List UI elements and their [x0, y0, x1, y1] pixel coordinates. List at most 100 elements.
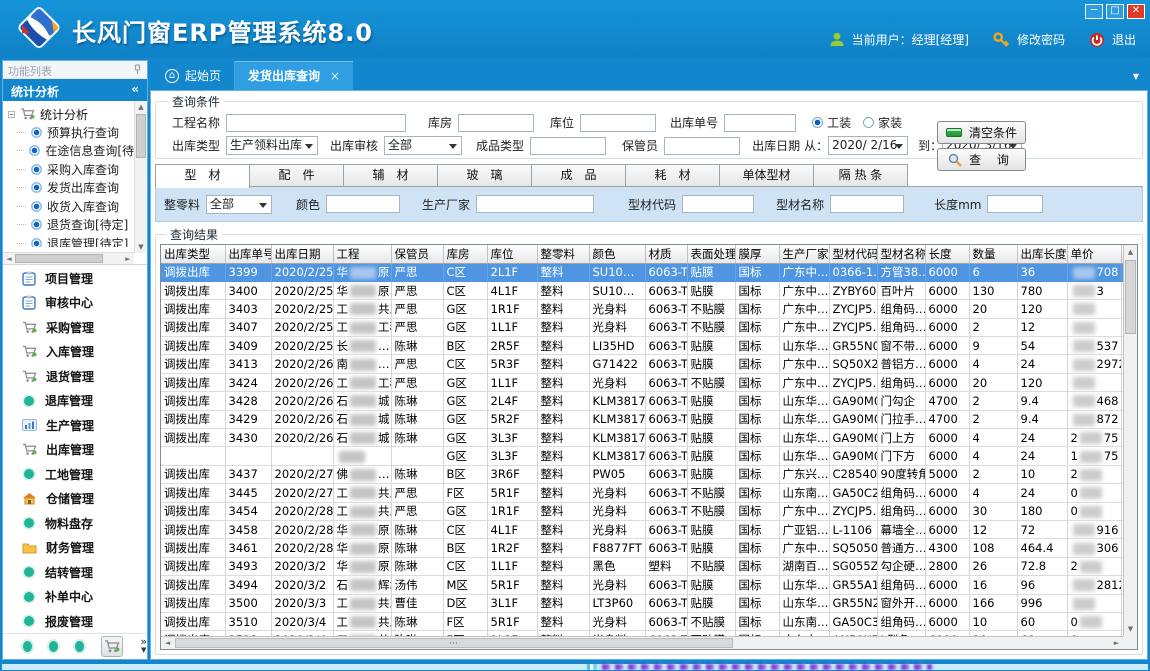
cell-keeper[interactable]: 严思 [391, 373, 443, 391]
cell-len[interactable]: 6000 [925, 502, 969, 520]
cell-loc[interactable]: 3L3F [487, 447, 537, 465]
cell-name[interactable]: 窗外开… [877, 594, 925, 612]
cell-name[interactable]: 组角码… [877, 318, 925, 336]
cell-loc[interactable]: 4L1F [487, 520, 537, 538]
cell-mat[interactable]: 6063-T5 [645, 281, 687, 299]
cell-name[interactable]: 组角码… [877, 576, 925, 594]
cell-price[interactable]: 916 [1067, 520, 1121, 538]
cell-factory[interactable]: 广东中… [779, 263, 829, 281]
cell-type[interactable]: 调拨出库 [161, 484, 225, 502]
tree-root-statistics[interactable]: 统计分析 [3, 105, 134, 123]
cell-date[interactable]: 2020/3/4 [271, 612, 333, 630]
cell-mat[interactable]: 6063-T5 [645, 392, 687, 410]
cell-loc[interactable]: 1R1F [487, 300, 537, 318]
cell-mat[interactable]: 6063-T5 [645, 539, 687, 557]
cell-no[interactable]: 3409 [225, 337, 271, 355]
cell-qty[interactable]: 4 [969, 447, 1017, 465]
table-row[interactable]: 调拨出库34542020/2/28工共工程严思G区1R1F整料光身料6063-T… [161, 502, 1123, 520]
grid-vscroll-thumb[interactable] [1125, 260, 1136, 334]
scroll-left-icon[interactable]: ◄ [161, 637, 174, 649]
cell-len[interactable]: 6000 [925, 447, 969, 465]
column-header[interactable]: 材质 [645, 245, 687, 263]
cell-type[interactable]: 调拨出库 [161, 410, 225, 428]
cell-code[interactable]: ZYCJP5… [829, 502, 877, 520]
tree-item-6[interactable]: 退库管理[待定] [3, 234, 134, 247]
cell-wh[interactable]: G区 [443, 429, 487, 447]
cart-button[interactable] [101, 636, 123, 657]
cell-outlen[interactable]: 180 [1017, 502, 1067, 520]
cell-price[interactable]: 0 [1067, 502, 1121, 520]
cell-keeper[interactable]: 陈琳 [391, 539, 443, 557]
cell-factory[interactable]: 广东中… [779, 318, 829, 336]
cell-loc[interactable]: 3L3F [487, 429, 537, 447]
cell-whole[interactable]: 整料 [537, 612, 589, 630]
cell-film[interactable]: 国标 [735, 281, 779, 299]
cell-qty[interactable]: 2 [969, 318, 1017, 336]
cell-type[interactable]: 调拨出库 [161, 355, 225, 373]
cell-proj[interactable]: 华原… [333, 557, 391, 575]
tab-close-icon[interactable]: × [330, 69, 340, 83]
cell-date[interactable]: 2020/2/25 [271, 318, 333, 336]
cell-wh[interactable]: C区 [443, 263, 487, 281]
cell-len[interactable]: 6000 [925, 484, 969, 502]
cell-code[interactable]: SG055Z [829, 557, 877, 575]
cell-type[interactable]: 调拨出库 [161, 576, 225, 594]
cell-color[interactable]: LI35HD [589, 337, 645, 355]
sidebar-item-9[interactable]: 仓储管理 [3, 487, 147, 512]
cell-type[interactable]: 调拨出库 [161, 263, 225, 281]
cell-no[interactable] [225, 447, 271, 465]
cell-proj[interactable]: 工工程 [333, 373, 391, 391]
cell-whole[interactable]: 整料 [537, 318, 589, 336]
cell-loc[interactable]: 1L1F [487, 373, 537, 391]
table-row[interactable]: 调拨出库34452020/2/27工共工程严思F区5R1F整料光身料6063-T… [161, 484, 1123, 502]
cell-len[interactable]: 6000 [925, 612, 969, 630]
cell-loc[interactable]: 3R6F [487, 465, 537, 483]
cell-len[interactable]: 6000 [925, 355, 969, 373]
cell-surf[interactable]: 贴膜 [687, 576, 735, 594]
cell-qty[interactable]: 12 [969, 520, 1017, 538]
column-header[interactable]: 库房 [443, 245, 487, 263]
dot-icon[interactable] [75, 641, 84, 652]
cell-no[interactable]: 3399 [225, 263, 271, 281]
keeper-input[interactable] [664, 137, 740, 155]
overflow-chevron[interactable]: »▼ [140, 638, 147, 654]
cell-price[interactable]: 2972 [1067, 355, 1121, 373]
cell-keeper[interactable]: 严思 [391, 484, 443, 502]
location-input[interactable] [580, 114, 656, 132]
cell-outlen[interactable]: 780 [1017, 281, 1067, 299]
table-row[interactable]: 调拨出库35102020/3/4工共工程陈琳F区5R1F整料光身料6063-T5… [161, 612, 1123, 630]
cell-whole[interactable]: 整料 [537, 520, 589, 538]
cell-name[interactable]: 普通方… [877, 539, 925, 557]
cell-price[interactable]: 175 [1067, 447, 1121, 465]
cell-proj[interactable]: 工共工程 [333, 612, 391, 630]
cell-factory[interactable]: 山东华… [779, 447, 829, 465]
cell-price[interactable]: 2 [1067, 465, 1121, 483]
cell-mat[interactable]: 6063-T5 [645, 594, 687, 612]
column-header[interactable]: 长度 [925, 245, 969, 263]
cell-qty[interactable]: 2 [969, 410, 1017, 428]
cell-code[interactable]: ZYBY607 [829, 281, 877, 299]
cell-factory[interactable]: 山东南… [779, 612, 829, 630]
cell-loc[interactable]: 3L1F [487, 594, 537, 612]
cell-keeper[interactable]: 陈琳 [391, 392, 443, 410]
cell-whole[interactable]: 整料 [537, 557, 589, 575]
cell-outlen[interactable]: 72 [1017, 520, 1067, 538]
sidebar-item-4[interactable]: 退货管理 [3, 364, 147, 389]
column-header[interactable]: 数量 [969, 245, 1017, 263]
cell-wh[interactable]: G区 [443, 392, 487, 410]
cell-keeper[interactable]: 陈琳 [391, 557, 443, 575]
cell-wh[interactable]: G区 [443, 410, 487, 428]
cell-color[interactable]: KLM3817 [589, 447, 645, 465]
cell-name[interactable]: 90度转角 [877, 465, 925, 483]
tree-vscroll-thumb[interactable] [136, 114, 146, 158]
cell-proj[interactable]: 工共工程 [333, 300, 391, 318]
cell-factory[interactable]: 广东中… [779, 281, 829, 299]
cell-len[interactable]: 6000 [925, 594, 969, 612]
cell-no[interactable]: 3403 [225, 300, 271, 318]
cell-type[interactable]: 调拨出库 [161, 337, 225, 355]
column-header[interactable]: 库位 [487, 245, 537, 263]
cell-color[interactable]: 光身料 [589, 373, 645, 391]
column-header[interactable]: 出库日期 [271, 245, 333, 263]
cell-name[interactable]: 普铝方… [877, 355, 925, 373]
cell-film[interactable]: 国标 [735, 576, 779, 594]
